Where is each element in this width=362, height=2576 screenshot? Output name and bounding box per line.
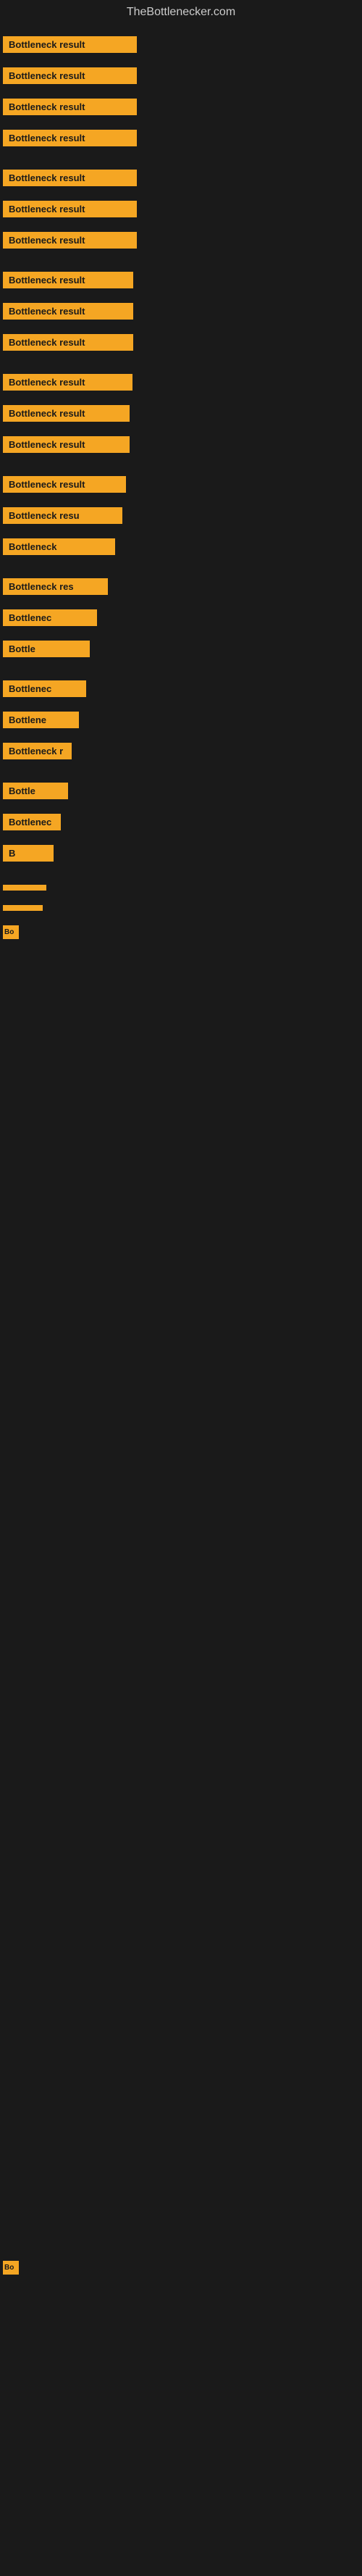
- bottleneck-badge-final: Bo: [3, 2261, 19, 2275]
- list-item[interactable]: Bottleneck result: [0, 124, 362, 152]
- bottleneck-badge: Bottlenec: [3, 680, 86, 697]
- bottleneck-badge: Bottleneck result: [3, 67, 137, 84]
- bottleneck-badge: Bottle: [3, 641, 90, 657]
- bottleneck-badge: Bottlenec: [3, 609, 97, 626]
- list-item[interactable]: Bottleneck result: [0, 297, 362, 325]
- list-item[interactable]: Bottle: [0, 635, 362, 663]
- bottleneck-badge: Bottleneck res: [3, 578, 108, 595]
- bottleneck-badge: Bottle: [3, 783, 68, 799]
- list-item[interactable]: Bottleneck result: [0, 226, 362, 254]
- bottleneck-badge: Bottleneck result: [3, 232, 137, 249]
- list-item[interactable]: Bottleneck: [0, 533, 362, 561]
- bottleneck-badge: Bottleneck resu: [3, 507, 122, 524]
- bottleneck-badge: Bottleneck result: [3, 476, 126, 493]
- bottleneck-badge: Bottleneck result: [3, 99, 137, 115]
- bottleneck-badge: Bottleneck result: [3, 405, 130, 422]
- site-title: TheBottlenecker.com: [0, 0, 362, 25]
- bottleneck-badge: Bottleneck result: [3, 436, 130, 453]
- list-item[interactable]: Bo: [0, 920, 362, 945]
- bottleneck-list: Bottleneck result Bottleneck result Bottle…: [0, 25, 362, 2576]
- list-item[interactable]: Bottlenec: [0, 675, 362, 703]
- list-item[interactable]: Bottleneck result: [0, 328, 362, 357]
- bottleneck-badge: Bottleneck r: [3, 743, 72, 759]
- site-title-text: TheBottlenecker.com: [127, 6, 235, 18]
- bottleneck-badge: Bottleneck result: [3, 170, 137, 186]
- list-item[interactable]: [0, 879, 362, 896]
- list-item[interactable]: B: [0, 839, 362, 867]
- list-item-final[interactable]: Bo: [0, 2255, 362, 2280]
- list-item[interactable]: Bottleneck result: [0, 399, 362, 428]
- bottleneck-badge: Bottleneck result: [3, 303, 133, 320]
- bottleneck-badge: Bo: [3, 925, 19, 939]
- bottleneck-badge: B: [3, 845, 54, 862]
- list-item[interactable]: Bottle: [0, 777, 362, 805]
- bottleneck-badge: Bottleneck result: [3, 334, 133, 351]
- bottleneck-badge: Bottlenec: [3, 814, 61, 830]
- list-item[interactable]: Bottleneck result: [0, 62, 362, 90]
- list-item[interactable]: Bottleneck result: [0, 30, 362, 59]
- bottleneck-badge: Bottleneck result: [3, 374, 132, 391]
- list-item[interactable]: Bottlenec: [0, 604, 362, 632]
- list-item[interactable]: Bottlene: [0, 706, 362, 734]
- list-item[interactable]: Bottleneck result: [0, 195, 362, 223]
- bottleneck-badge: Bottleneck: [3, 538, 115, 555]
- list-item[interactable]: Bottleneck r: [0, 737, 362, 765]
- bottleneck-badge: [3, 885, 46, 891]
- bottleneck-badge: Bottleneck result: [3, 130, 137, 146]
- list-item[interactable]: Bottleneck result: [0, 266, 362, 294]
- bottleneck-badge: [3, 905, 43, 911]
- list-item[interactable]: Bottleneck result: [0, 368, 362, 396]
- list-item[interactable]: Bottleneck result: [0, 470, 362, 499]
- list-item[interactable]: Bottleneck result: [0, 430, 362, 459]
- list-item[interactable]: Bottleneck result: [0, 164, 362, 192]
- list-item[interactable]: Bottlenec: [0, 808, 362, 836]
- bottleneck-badge: Bottlene: [3, 712, 79, 728]
- list-item[interactable]: [0, 899, 362, 917]
- list-item[interactable]: Bottleneck result: [0, 93, 362, 121]
- bottleneck-badge: Bottleneck result: [3, 36, 137, 53]
- bottleneck-badge: Bottleneck result: [3, 272, 133, 288]
- bottleneck-badge: Bottleneck result: [3, 201, 137, 217]
- list-item[interactable]: Bottleneck resu: [0, 501, 362, 530]
- list-item[interactable]: Bottleneck res: [0, 572, 362, 601]
